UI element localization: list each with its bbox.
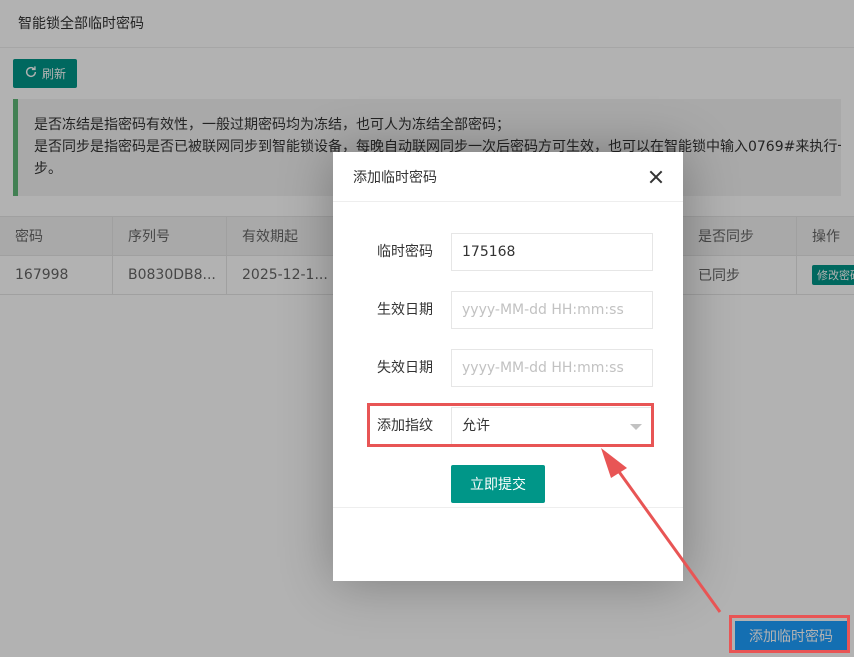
start-date-label: 生效日期	[377, 302, 433, 318]
highlight-box-fingerprint	[367, 403, 654, 447]
password-label: 临时密码	[377, 244, 433, 260]
dialog-title: 添加临时密码	[353, 169, 437, 186]
end-date-input[interactable]: yyyy-MM-dd HH:mm:ss	[451, 349, 653, 387]
form-row-password: 临时密码 175168	[333, 233, 683, 271]
start-date-input[interactable]: yyyy-MM-dd HH:mm:ss	[451, 291, 653, 329]
add-password-dialog: 添加临时密码 临时密码 175168 生效日期 yyyy-MM-dd HH:mm…	[333, 152, 683, 581]
end-date-label: 失效日期	[377, 360, 433, 376]
form-row-start-date: 生效日期 yyyy-MM-dd HH:mm:ss	[333, 291, 683, 329]
highlight-box-add-button	[729, 615, 850, 653]
dialog-divider	[333, 507, 683, 508]
dialog-header: 添加临时密码	[333, 152, 683, 202]
close-icon[interactable]	[649, 170, 663, 184]
temp-password-input[interactable]: 175168	[451, 233, 653, 271]
form-row-end-date: 失效日期 yyyy-MM-dd HH:mm:ss	[333, 349, 683, 387]
submit-button[interactable]: 立即提交	[451, 465, 545, 503]
